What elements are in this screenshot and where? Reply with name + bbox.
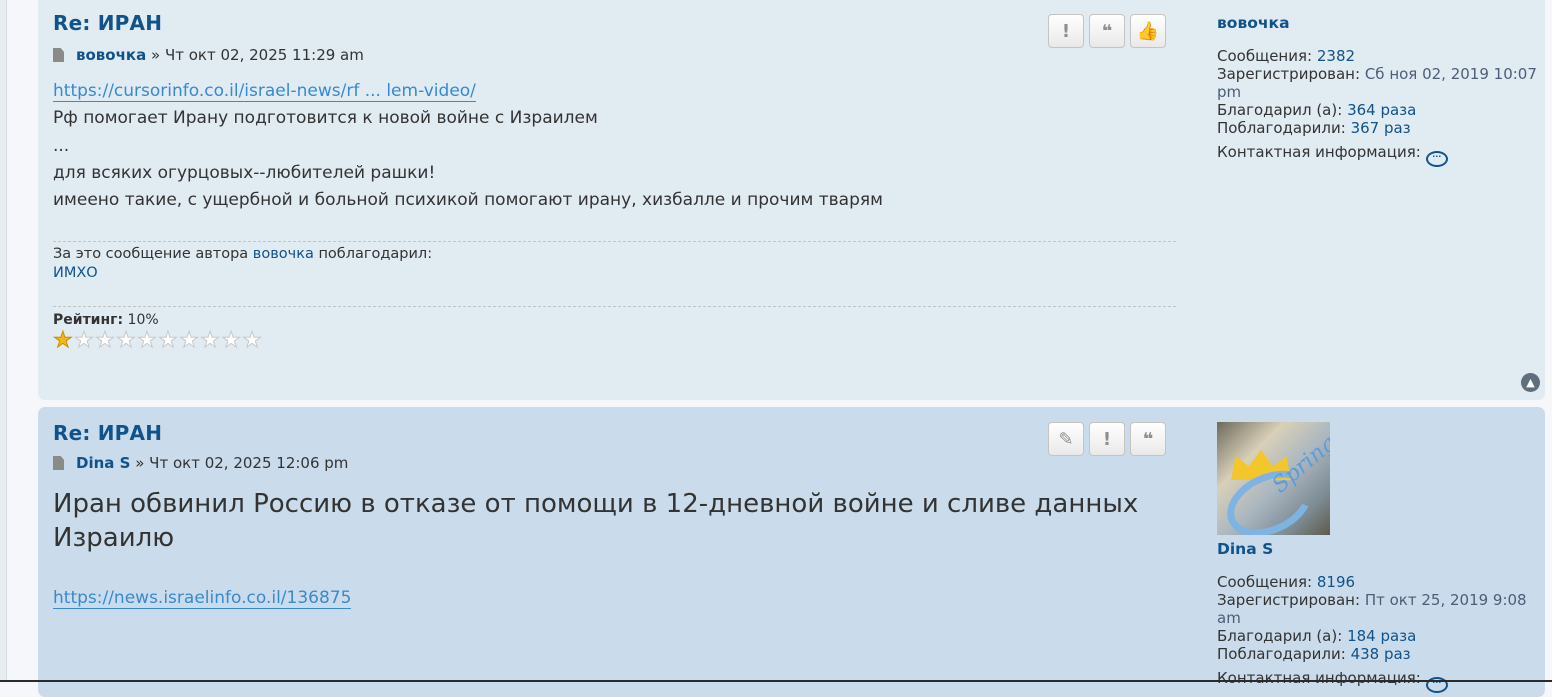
posts-count-link[interactable]: 2382	[1317, 47, 1355, 65]
report-button[interactable]: !	[1048, 14, 1084, 48]
registered-label: Зарегистрирован:	[1217, 65, 1361, 83]
rating-star-icon[interactable]: ★	[116, 329, 137, 352]
registered-label: Зарегистрирован:	[1217, 591, 1361, 609]
profile-username[interactable]: вовочка	[1217, 14, 1537, 32]
rating-value: 10%	[127, 312, 159, 328]
rating-star-icon[interactable]: ★	[74, 329, 95, 352]
thanks-suffix: поблагодарил:	[318, 246, 433, 262]
was-thanked-label: Поблагодарили:	[1217, 645, 1346, 663]
thanks-button[interactable]: 👍	[1130, 14, 1166, 48]
content-line: Рф помогает Ирану подготовится к новой в…	[53, 108, 598, 129]
contact-chat-icon[interactable]: ···	[1425, 151, 1448, 167]
post-buttons: ! ❝ 👍	[1048, 14, 1166, 48]
profile-panel: Dina S Сообщения: 8196 Зарегистрирован: …	[1217, 540, 1537, 693]
profile-username[interactable]: Dina S	[1217, 540, 1537, 558]
post-meta: вовочка » Чт окт 02, 2025 11:29 am	[53, 46, 364, 64]
report-button[interactable]: !	[1089, 422, 1125, 456]
content-line: для всяких огурцовых--любителей рашки!	[53, 162, 436, 183]
post-headline: Иран обвинил Россию в отказе от помощи в…	[53, 489, 1139, 553]
back-to-top-icon[interactable]: ▲	[1521, 373, 1540, 392]
content-line: имеено такие, с ущербной и больной психи…	[53, 190, 883, 211]
contact-label: Контактная информация:	[1217, 143, 1421, 161]
thanked-link[interactable]: 184 раза	[1347, 627, 1416, 645]
avatar[interactable]: Spring	[1217, 422, 1330, 535]
post-meta: Dina S » Чт окт 02, 2025 12:06 pm	[53, 454, 348, 472]
rating: Рейтинг: 10%	[53, 312, 159, 328]
content-line: ...	[53, 135, 70, 156]
quote-button[interactable]: ❝	[1089, 14, 1125, 48]
post-document-icon[interactable]	[53, 456, 64, 470]
rating-star-icon[interactable]: ★	[221, 329, 242, 352]
was-thanked-link[interactable]: 367 раз	[1351, 119, 1411, 137]
rating-star-icon[interactable]: ★	[53, 329, 74, 352]
thanked-link[interactable]: 364 раза	[1347, 101, 1416, 119]
posts-label: Сообщения:	[1217, 47, 1313, 65]
divider	[53, 306, 1176, 307]
divider	[53, 241, 1176, 242]
post: Re: ИРАН вовочка » Чт окт 02, 2025 11:29…	[38, 0, 1545, 400]
rating-star-icon[interactable]: ★	[95, 329, 116, 352]
post-author[interactable]: вовочка	[76, 46, 146, 64]
profile-panel: вовочка Сообщения: 2382 Зарегистрирован:…	[1217, 14, 1537, 167]
thanks-user-link[interactable]: ИМХО	[53, 265, 98, 281]
posts-count-link[interactable]: 8196	[1317, 573, 1355, 591]
was-thanked-label: Поблагодарили:	[1217, 119, 1346, 137]
rating-star-icon[interactable]: ★	[200, 329, 221, 352]
rating-stars: ★ ★ ★ ★ ★ ★ ★ ★ ★ ★	[53, 329, 263, 352]
post-content: Иран обвинил Россию в отказе от помощи в…	[53, 487, 1163, 612]
post-content: https://cursorinfo.co.il/israel-news/rf …	[53, 78, 883, 214]
quote-button[interactable]: ❝	[1130, 422, 1166, 456]
was-thanked-link[interactable]: 438 раз	[1351, 645, 1411, 663]
rating-star-icon[interactable]: ★	[179, 329, 200, 352]
page-left-border	[0, 0, 7, 682]
thanked-label: Благодарил (а):	[1217, 101, 1343, 119]
thanks-author-link[interactable]: вовочка	[253, 246, 314, 262]
post-datetime: Чт окт 02, 2025 12:06 pm	[149, 454, 349, 472]
post-title[interactable]: Re: ИРАН	[53, 11, 162, 35]
post-datetime: Чт окт 02, 2025 11:29 am	[164, 46, 364, 64]
thanks-prefix: За это сообщение автора	[53, 246, 249, 262]
post-document-icon[interactable]	[53, 48, 64, 62]
thanked-label: Благодарил (а):	[1217, 627, 1343, 645]
post-link[interactable]: https://cursorinfo.co.il/israel-news/rf …	[53, 81, 476, 102]
post: Re: ИРАН Dina S » Чт окт 02, 2025 12:06 …	[38, 407, 1545, 697]
edit-button[interactable]: ✎	[1048, 422, 1084, 456]
rating-star-icon[interactable]: ★	[242, 329, 263, 352]
post-buttons: ✎ ! ❝	[1048, 422, 1166, 456]
contact-label: Контактная информация:	[1217, 669, 1421, 687]
post-link[interactable]: https://news.israelinfo.co.il/136875	[53, 588, 352, 609]
rating-star-icon[interactable]: ★	[137, 329, 158, 352]
rating-star-icon[interactable]: ★	[158, 329, 179, 352]
post-author[interactable]: Dina S	[76, 454, 130, 472]
meta-separator: »	[150, 46, 161, 64]
rating-label: Рейтинг:	[53, 312, 124, 328]
posts-label: Сообщения:	[1217, 573, 1313, 591]
meta-separator: »	[135, 454, 145, 472]
thanks-block: За это сообщение автора вовочка поблагод…	[53, 245, 432, 283]
post-title[interactable]: Re: ИРАН	[53, 421, 162, 445]
